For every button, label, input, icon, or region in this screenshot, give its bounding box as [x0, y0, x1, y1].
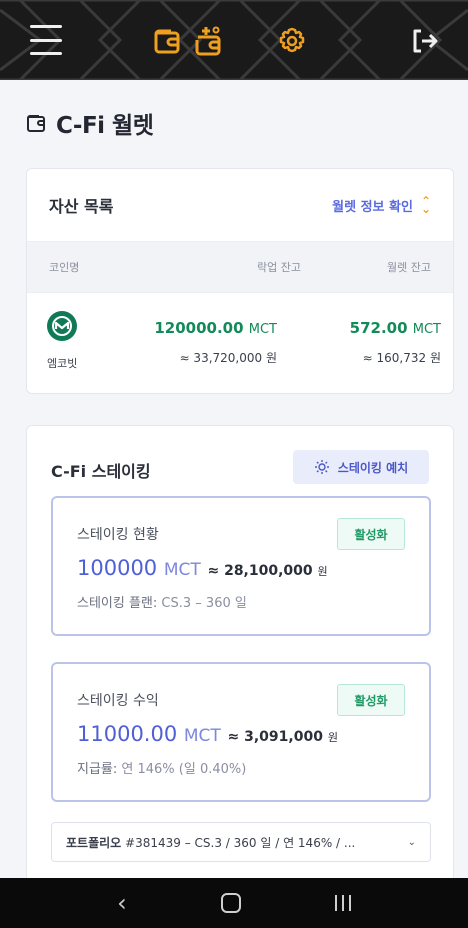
coin-name: 엠코빗 — [47, 357, 78, 370]
wallet-icon — [154, 29, 180, 54]
wallet-balance: 572.00 MCT — [349, 319, 441, 337]
portfolio-label: 포트폴리오 — [66, 835, 122, 850]
locked-balance: 120000.00 MCT — [154, 319, 277, 337]
back-icon[interactable]: ‹ — [117, 889, 127, 917]
staking-deposit-button[interactable]: 스테이킹 예치 — [293, 450, 429, 484]
payout-rate: 지급률: 연 146% (일 0.40%) — [77, 762, 247, 777]
table-row[interactable]: 엠코빗 120000.00 MCT ≈ 33,720,000 원 572.00 … — [27, 293, 453, 393]
menu-icon-line — [30, 25, 62, 28]
menu-icon-line — [30, 52, 62, 55]
menu-button[interactable] — [28, 25, 64, 55]
logout-icon — [413, 29, 438, 53]
staking-title: C-Fi 스테이킹 — [51, 462, 151, 481]
staking-card: C-Fi 스테이킹 스테이킹 예치 스테이킹 현황 활성화 100000 MCT… — [26, 425, 454, 878]
portfolio-select[interactable]: 포트폴리오 #381439 – CS.3 / 360 일 / 연 146% / … — [51, 822, 431, 862]
status-badge: 활성화 — [337, 518, 405, 550]
staking-plan: 스테이킹 플랜: CS.3 – 360 일 — [77, 596, 247, 611]
staking-income-box: 스테이킹 수익 활성화 11000.00 MCT ≈ 3,091,000 원 지… — [51, 662, 431, 802]
asset-list-title: 자산 목록 — [49, 197, 114, 216]
staking-income-label: 스테이킹 수익 — [77, 693, 159, 709]
logout-button[interactable] — [408, 26, 442, 56]
col-coin-name: 코인명 — [49, 261, 80, 274]
coin-logo-icon — [47, 311, 77, 341]
top-app-bar — [0, 0, 468, 80]
menu-icon-line — [30, 38, 62, 42]
wallet-add-icon — [195, 26, 221, 56]
col-locked-balance: 락업 잔고 — [257, 261, 301, 274]
status-badge: 활성화 — [337, 684, 405, 716]
main-content: C-Fi 월렛 자산 목록 월렛 정보 확인 ⌃ ⌄ 코인명 락업 잔고 월렛 잔… — [0, 80, 468, 878]
wallet-button[interactable] — [150, 24, 186, 58]
gear-icon — [279, 27, 305, 53]
staking-income-amount: 11000.00 MCT ≈ 3,091,000 원 — [77, 722, 338, 746]
staking-amount: 100000 MCT ≈ 28,100,000 원 — [77, 556, 328, 580]
chevron-down-icon: ⌄ — [407, 836, 416, 848]
col-wallet-balance: 월렛 잔고 — [387, 261, 431, 274]
deposit-button-label: 스테이킹 예치 — [337, 460, 409, 475]
wallet-icon — [27, 115, 45, 132]
page-title: C-Fi 월렛 — [26, 106, 154, 140]
staking-status-label: 스테이킹 현황 — [77, 527, 159, 543]
page-title-text: C-Fi 월렛 — [56, 113, 154, 139]
wallet-info-link-label: 월렛 정보 확인 — [332, 199, 413, 215]
wallet-balance-krw: ≈ 160,732 원 — [362, 351, 441, 365]
recent-apps-icon[interactable] — [334, 895, 351, 911]
chevron-up-down-icon: ⌃ ⌄ — [420, 194, 431, 216]
header-pattern — [0, 0, 468, 80]
locked-balance-krw: ≈ 33,720,000 원 — [179, 351, 277, 365]
asset-list-card: 자산 목록 월렛 정보 확인 ⌃ ⌄ 코인명 락업 잔고 월렛 잔고 엠코빗 12… — [26, 168, 454, 394]
sun-icon — [314, 460, 329, 474]
settings-button[interactable] — [274, 24, 310, 58]
wallet-info-toggle[interactable]: 월렛 정보 확인 ⌃ ⌄ — [332, 194, 431, 216]
portfolio-value: #381439 – CS.3 / 360 일 / 연 146% / ... — [125, 835, 356, 850]
asset-list-header: 자산 목록 월렛 정보 확인 ⌃ ⌄ — [27, 169, 453, 241]
home-icon[interactable] — [220, 893, 241, 913]
staking-status-box: 스테이킹 현황 활성화 100000 MCT ≈ 28,100,000 원 스테… — [51, 496, 431, 636]
wallet-add-button[interactable] — [192, 24, 228, 58]
system-navigation-bar: ‹ — [0, 878, 468, 928]
asset-table-header: 코인명 락업 잔고 월렛 잔고 — [27, 241, 453, 293]
